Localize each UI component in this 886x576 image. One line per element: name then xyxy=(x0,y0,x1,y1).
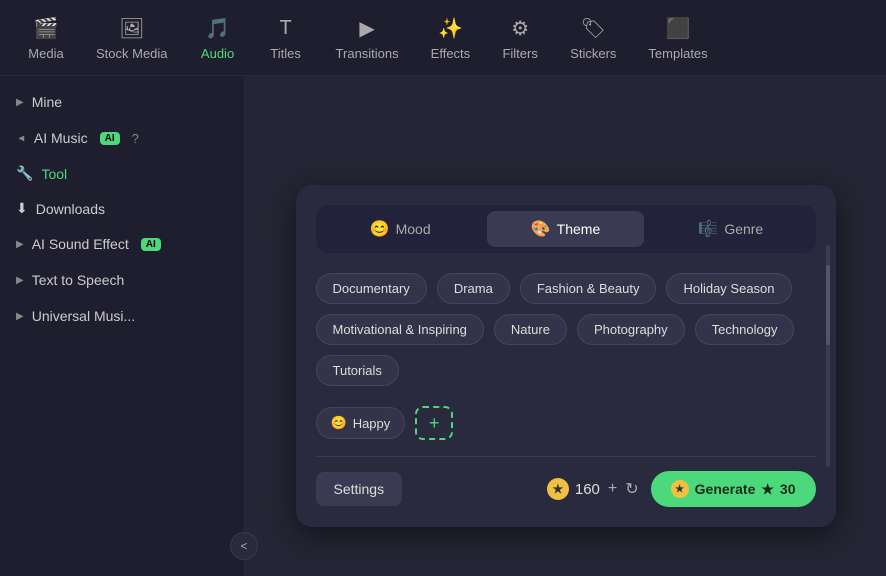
badge-ai-music: AI xyxy=(100,132,120,145)
credits-icon: ★ xyxy=(547,478,569,500)
settings-row: Settings ★ 160 + ↻ ★ Generate ★ 30 xyxy=(316,456,816,507)
settings-button[interactable]: Settings xyxy=(316,472,403,506)
sidebar-label-ai-sound: AI Sound Effect xyxy=(32,236,129,252)
sidebar-item-downloads[interactable]: ⬇ Downloads xyxy=(0,191,244,226)
generate-icon: ★ xyxy=(671,480,689,498)
nav-label-audio: Audio xyxy=(201,46,234,61)
scrollbar-track xyxy=(826,245,830,467)
sidebar: ▶ Mine ▼ AI Music AI? 🔧 Tool ⬇ Downloads ▶ AI… xyxy=(0,76,245,576)
nav-item-media[interactable]: 🎬 Media xyxy=(16,8,76,67)
tab-mood[interactable]: 😊 Mood xyxy=(322,211,479,247)
arrow-universal-music: ▶ xyxy=(16,311,24,322)
nav-icon-media: 🎬 xyxy=(32,14,60,42)
sidebar-collapse-button[interactable]: < xyxy=(230,532,258,560)
nav-item-filters[interactable]: ⚙ Filters xyxy=(490,8,550,67)
nav-icon-titles: T xyxy=(272,14,300,42)
sidebar-label-text-to-speech: Text to Speech xyxy=(32,272,125,288)
nav-label-effects: Effects xyxy=(431,46,471,61)
arrow-ai-sound: ▶ xyxy=(16,239,24,250)
content-area: 😊 Mood 🎨 Theme 🎼 Genre Documentary Drama F… xyxy=(245,76,886,576)
sidebar-item-ai-music[interactable]: ▼ AI Music AI? xyxy=(0,120,244,156)
sidebar-icon-downloads: ⬇ xyxy=(16,200,28,217)
sidebar-label-universal-music: Universal Musi... xyxy=(32,308,135,324)
happy-tag[interactable]: 😊 Happy xyxy=(316,407,406,439)
nav-label-transitions: Transitions xyxy=(336,46,399,61)
nav-icon-effects: ✨ xyxy=(436,14,464,42)
arrow-text-to-speech: ▶ xyxy=(16,275,24,286)
sidebar-item-text-to-speech[interactable]: ▶ Text to Speech xyxy=(0,262,244,298)
credits-counter: ★ 160 + ↻ xyxy=(547,478,639,500)
happy-label: Happy xyxy=(353,416,391,431)
add-tag-button[interactable]: + xyxy=(415,406,453,440)
theme-tag-motivational--inspiring[interactable]: Motivational & Inspiring xyxy=(316,314,484,345)
nav-item-stickers[interactable]: 🏷 Stickers xyxy=(558,8,628,67)
selected-tags-row: 😊 Happy + xyxy=(316,406,816,440)
tab-theme[interactable]: 🎨 Theme xyxy=(487,211,644,247)
nav-icon-transitions: ▶ xyxy=(353,14,381,42)
refresh-button[interactable]: ↻ xyxy=(625,479,638,499)
nav-item-effects[interactable]: ✨ Effects xyxy=(419,8,483,67)
main-layout: ▶ Mine ▼ AI Music AI? 🔧 Tool ⬇ Downloads ▶ AI… xyxy=(0,76,886,576)
arrow-ai-music: ▼ xyxy=(15,133,26,143)
theme-tag-drama[interactable]: Drama xyxy=(437,273,510,304)
add-credits-button[interactable]: + xyxy=(606,480,619,498)
happy-icon: 😊 xyxy=(331,415,347,431)
credits-value: 160 xyxy=(575,481,600,498)
generate-cost: 30 xyxy=(780,481,796,497)
sidebar-label-downloads: Downloads xyxy=(36,201,105,217)
arrow-mine: ▶ xyxy=(16,97,24,108)
theme-tag-tutorials[interactable]: Tutorials xyxy=(316,355,399,386)
nav-item-templates[interactable]: ⬛ Templates xyxy=(636,8,719,67)
nav-icon-templates: ⬛ xyxy=(664,14,692,42)
tab-icon-theme: 🎨 xyxy=(531,219,551,239)
sidebar-item-tool[interactable]: 🔧 Tool xyxy=(0,156,244,191)
sidebar-item-universal-music[interactable]: ▶ Universal Musi... xyxy=(0,298,244,334)
sidebar-item-ai-sound[interactable]: ▶ AI Sound Effect AI xyxy=(0,226,244,262)
generate-icon2: ★ xyxy=(761,481,774,498)
theme-tag-technology[interactable]: Technology xyxy=(695,314,795,345)
nav-label-stickers: Stickers xyxy=(570,46,616,61)
nav-label-templates: Templates xyxy=(648,46,707,61)
sidebar-label-mine: Mine xyxy=(32,94,62,110)
generate-label: Generate xyxy=(695,481,756,497)
nav-icon-filters: ⚙ xyxy=(506,14,534,42)
theme-grid: Documentary Drama Fashion & Beauty Holiday … xyxy=(316,273,816,386)
tab-label-theme: Theme xyxy=(557,221,601,237)
help-icon-ai-music[interactable]: ? xyxy=(132,131,139,146)
ai-music-panel: 😊 Mood 🎨 Theme 🎼 Genre Documentary Drama F… xyxy=(296,185,836,527)
nav-item-audio[interactable]: 🎵 Audio xyxy=(188,8,248,67)
theme-tag-photography[interactable]: Photography xyxy=(577,314,685,345)
top-nav: 🎬 Media 🖼 Stock Media 🎵 Audio T Titles ▶… xyxy=(0,0,886,76)
scrollbar-thumb[interactable] xyxy=(826,265,830,345)
nav-icon-audio: 🎵 xyxy=(204,14,232,42)
tab-genre[interactable]: 🎼 Genre xyxy=(652,211,809,247)
sidebar-item-mine[interactable]: ▶ Mine xyxy=(0,84,244,120)
nav-label-stock-media: Stock Media xyxy=(96,46,168,61)
badge-ai-sound: AI xyxy=(141,238,161,251)
nav-label-media: Media xyxy=(28,46,63,61)
tab-icon-mood: 😊 xyxy=(370,219,390,239)
theme-tag-nature[interactable]: Nature xyxy=(494,314,567,345)
theme-tag-fashion--beauty[interactable]: Fashion & Beauty xyxy=(520,273,657,304)
nav-icon-stock-media: 🖼 xyxy=(118,14,146,42)
tab-bar: 😊 Mood 🎨 Theme 🎼 Genre xyxy=(316,205,816,253)
theme-tag-holiday-season[interactable]: Holiday Season xyxy=(666,273,791,304)
nav-item-transitions[interactable]: ▶ Transitions xyxy=(324,8,411,67)
tab-label-genre: Genre xyxy=(724,221,763,237)
sidebar-label-ai-music: AI Music xyxy=(34,130,88,146)
nav-label-filters: Filters xyxy=(502,46,537,61)
nav-label-titles: Titles xyxy=(270,46,301,61)
tab-icon-genre: 🎼 xyxy=(698,219,718,239)
sidebar-label-tool: Tool xyxy=(41,166,67,182)
nav-icon-stickers: 🏷 xyxy=(579,14,607,42)
nav-item-stock-media[interactable]: 🖼 Stock Media xyxy=(84,8,180,67)
theme-tag-documentary[interactable]: Documentary xyxy=(316,273,427,304)
sidebar-icon-tool: 🔧 xyxy=(16,165,33,182)
nav-item-titles[interactable]: T Titles xyxy=(256,8,316,67)
tab-label-mood: Mood xyxy=(396,221,431,237)
generate-button[interactable]: ★ Generate ★ 30 xyxy=(651,471,816,507)
